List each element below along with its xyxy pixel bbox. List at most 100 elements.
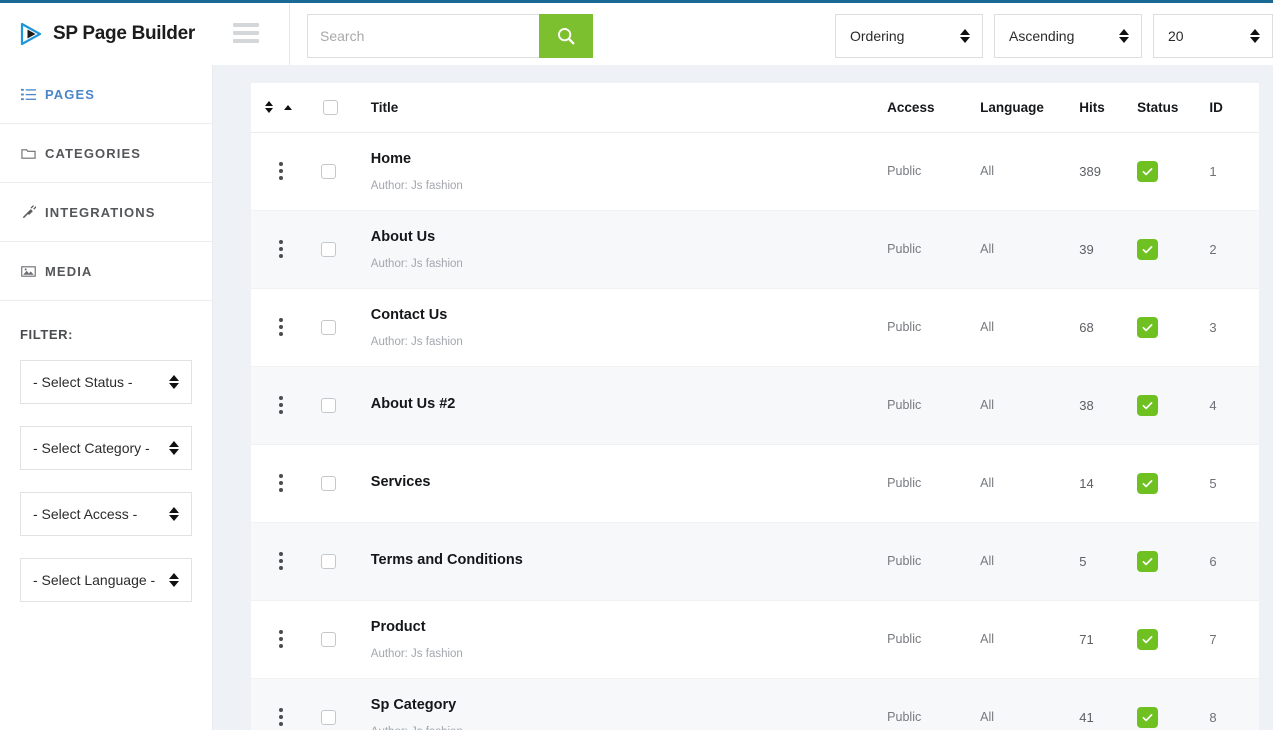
status-badge[interactable] [1137, 160, 1159, 182]
status-badge[interactable] [1137, 628, 1159, 650]
row-title[interactable]: Sp Category [371, 696, 887, 716]
table-row[interactable]: Sp Category Author: Js fashionPublic All 41… [251, 678, 1259, 730]
limit-select[interactable]: 20 [1153, 14, 1273, 58]
col-header-access[interactable]: Access [887, 83, 981, 133]
row-access: Public [887, 476, 922, 490]
row-menu-icon[interactable] [251, 162, 321, 180]
row-id: 7 [1209, 631, 1217, 647]
status-badge[interactable] [1137, 316, 1159, 338]
sort-updown-icon[interactable] [265, 101, 273, 114]
row-id: 3 [1209, 319, 1217, 335]
updown-arrows-icon [169, 441, 179, 455]
row-checkbox[interactable] [321, 553, 337, 569]
row-checkbox[interactable] [321, 241, 337, 257]
row-checkbox[interactable] [321, 319, 337, 335]
row-checkbox[interactable] [321, 163, 337, 179]
col-header-status[interactable]: Status [1137, 83, 1210, 133]
row-checkbox[interactable] [321, 397, 337, 413]
table-row[interactable]: Services Public All 14 5 [251, 444, 1259, 522]
updown-arrows-icon [1119, 29, 1129, 43]
row-menu-icon[interactable] [251, 474, 321, 492]
col-header-id[interactable]: ID [1209, 83, 1259, 133]
row-actions-cell [251, 366, 321, 444]
brand-logo[interactable]: SP Page Builder [0, 3, 213, 65]
row-menu-icon[interactable] [251, 240, 321, 258]
table-row[interactable]: About Us #2 Public All 38 4 [251, 366, 1259, 444]
row-title[interactable]: Product [371, 618, 887, 638]
row-language: All [980, 398, 995, 412]
table-row[interactable]: Product Author: Js fashion Public All 71 7 [251, 600, 1259, 678]
sidebar-item-media[interactable]: MEDIA [0, 242, 212, 301]
image-icon [20, 263, 36, 279]
table-row[interactable]: Home Author: Js fashion Public All 389 1 [251, 132, 1259, 210]
row-actions-cell [251, 600, 321, 678]
updown-arrows-icon [1250, 29, 1260, 43]
filter-section-label: FILTER: [20, 327, 74, 342]
row-access: Public [887, 242, 922, 256]
col-header-title[interactable]: Title [370, 83, 888, 133]
filter-access-value: - Select Access - [33, 506, 138, 522]
row-access: Public [887, 320, 922, 334]
row-hits: 39 [1079, 241, 1094, 257]
row-access: Public [887, 710, 922, 725]
row-id: 2 [1209, 241, 1217, 257]
ordering-select[interactable]: Ordering [835, 14, 983, 58]
filter-access-select[interactable]: - Select Access - [20, 492, 192, 536]
row-menu-icon[interactable] [251, 552, 321, 570]
status-badge[interactable] [1137, 472, 1159, 494]
row-title[interactable]: About Us [371, 228, 887, 248]
check-icon [1142, 635, 1153, 643]
row-actions-cell [251, 132, 321, 210]
row-title[interactable]: Terms and Conditions [371, 551, 887, 571]
direction-select[interactable]: Ascending [994, 14, 1142, 58]
row-checkbox[interactable] [321, 631, 337, 647]
row-title[interactable]: About Us #2 [371, 395, 887, 415]
select-all-checkbox[interactable] [323, 99, 339, 115]
row-hits: 71 [1079, 631, 1094, 647]
filter-status-value: - Select Status - [33, 374, 133, 390]
sort-asc-icon[interactable] [284, 104, 292, 110]
updown-arrows-icon [169, 507, 179, 521]
app-header: SP Page Builder Ordering Ascending [0, 3, 1273, 65]
row-title[interactable]: Contact Us [371, 306, 887, 326]
filter-category-value: - Select Category - [33, 440, 150, 456]
row-checkbox[interactable] [321, 709, 337, 725]
row-id: 6 [1209, 553, 1217, 569]
filter-language-select[interactable]: - Select Language - [20, 558, 192, 602]
row-select-cell [321, 132, 371, 210]
row-language: All [980, 320, 995, 334]
filter-status-select[interactable]: - Select Status - [20, 360, 192, 404]
sidebar-item-categories[interactable]: CATEGORIES [0, 124, 212, 183]
row-select-cell [321, 210, 371, 288]
search-input[interactable] [307, 14, 539, 58]
status-badge[interactable] [1137, 706, 1159, 728]
status-badge[interactable] [1137, 238, 1159, 260]
row-menu-icon[interactable] [251, 396, 321, 414]
row-title-cell: Product Author: Js fashion [371, 600, 887, 678]
hamburger-icon[interactable] [233, 23, 259, 43]
status-badge[interactable] [1137, 550, 1159, 572]
row-checkbox[interactable] [321, 475, 337, 491]
status-badge[interactable] [1137, 394, 1159, 416]
filter-category-select[interactable]: - Select Category - [20, 426, 192, 470]
row-menu-icon[interactable] [251, 318, 321, 336]
table-row[interactable]: About Us Author: Js fashion Public All 39 2 [251, 210, 1259, 288]
table-row[interactable]: Terms and Conditions Public All 5 6 [251, 522, 1259, 600]
row-title-cell: Services [371, 444, 887, 522]
col-header-language[interactable]: Language [980, 83, 1080, 133]
search-button[interactable] [539, 14, 593, 58]
row-select-cell [321, 600, 371, 678]
col-header-hits[interactable]: Hits [1079, 83, 1138, 133]
table-row[interactable]: Contact Us Author: Js fashion Public All 68 3 [251, 288, 1259, 366]
row-menu-icon[interactable] [251, 630, 321, 648]
row-title[interactable]: Services [371, 473, 887, 493]
sidebar-item-pages[interactable]: PAGES [0, 65, 212, 124]
sidebar-item-integrations[interactable]: INTEGRATIONS [0, 183, 212, 242]
updown-arrows-icon [169, 375, 179, 389]
sidebar-scrollbar[interactable] [213, 65, 222, 730]
row-access: Public [887, 554, 922, 568]
row-status-cell [1137, 132, 1209, 210]
row-menu-icon[interactable] [251, 708, 321, 727]
row-access: Public [887, 164, 922, 178]
row-title[interactable]: Home [371, 150, 887, 170]
